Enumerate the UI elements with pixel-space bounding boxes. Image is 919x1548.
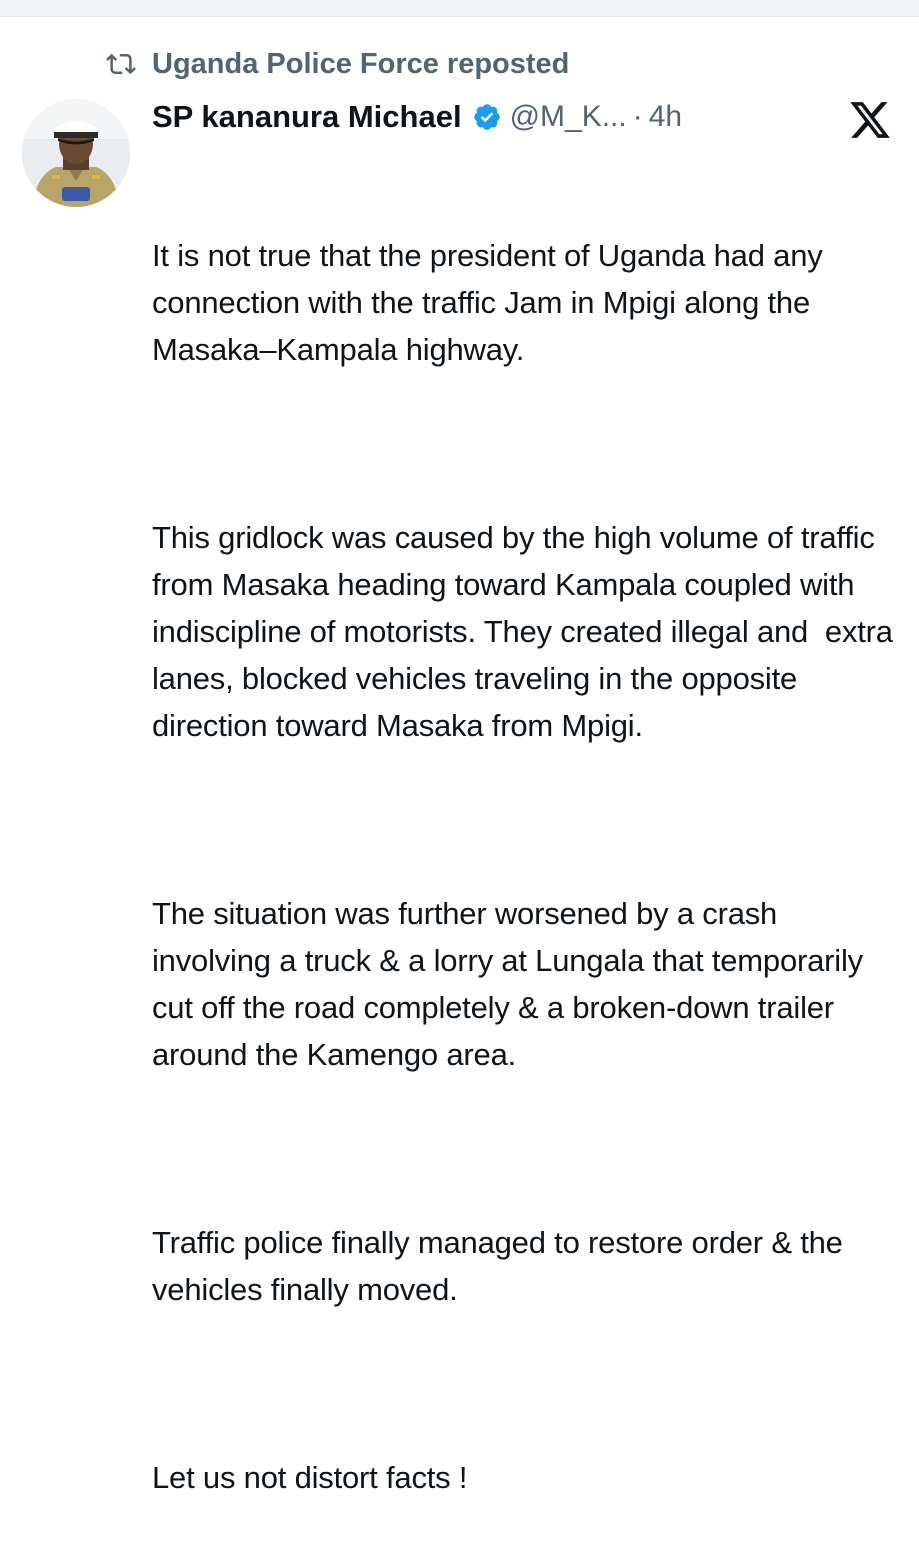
- author-handle[interactable]: @M_K...: [510, 100, 627, 134]
- repost-label: Uganda Police Force reposted: [152, 47, 570, 80]
- avatar[interactable]: [22, 99, 130, 207]
- repost-context[interactable]: Uganda Police Force reposted: [104, 44, 569, 84]
- repost-icon: [106, 53, 136, 75]
- tweet-paragraph-1: It is not true that the president of Uga…: [152, 238, 831, 367]
- tweet-text: It is not true that the president of Uga…: [152, 138, 907, 1548]
- tweet-header: SP kananura Michael @M_K... · 4h: [152, 94, 682, 140]
- x-logo-icon: [850, 102, 890, 138]
- top-divider: [0, 0, 919, 17]
- separator-dot: ·: [632, 100, 643, 133]
- tweet-paragraph-3: The situation was further worsened by a …: [152, 896, 872, 1072]
- tweet-paragraph-4: Traffic police finally managed to restor…: [152, 1225, 852, 1307]
- author-name[interactable]: SP kananura Michael: [152, 99, 462, 135]
- verified-badge-icon: [473, 104, 500, 130]
- timestamp[interactable]: 4h: [649, 100, 682, 134]
- tweet-paragraph-5: Let us not distort facts !: [152, 1460, 468, 1495]
- tweet-paragraph-2: This gridlock was caused by the high vol…: [152, 520, 902, 743]
